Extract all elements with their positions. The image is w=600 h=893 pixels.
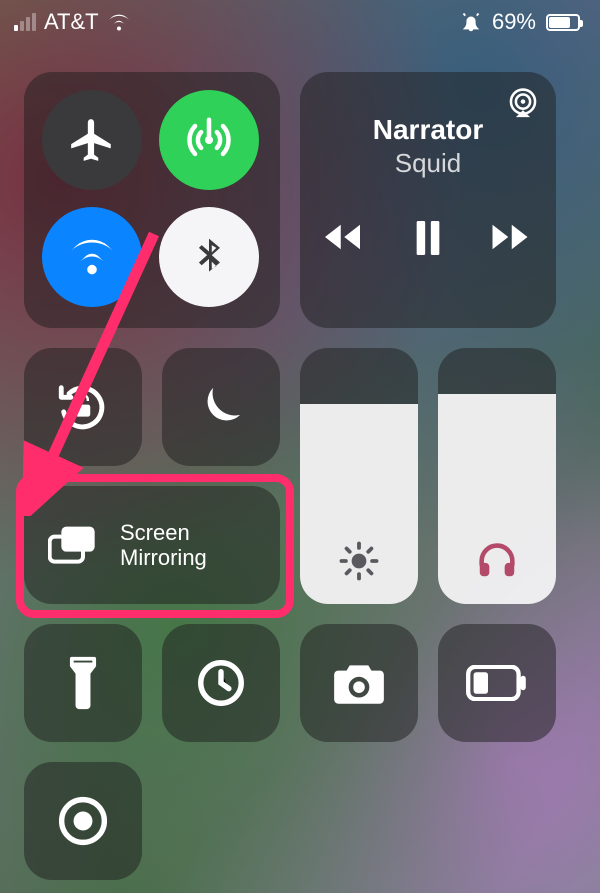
volume-slider[interactable]: [438, 348, 556, 604]
airplay-icon[interactable]: [506, 86, 540, 120]
low-power-button[interactable]: [438, 624, 556, 742]
media-tile[interactable]: Narrator Squid: [300, 72, 556, 328]
headphones-icon: [474, 536, 520, 582]
carrier-label: AT&T: [44, 9, 99, 35]
pause-button[interactable]: [413, 221, 443, 255]
forward-button[interactable]: [489, 221, 531, 255]
rotation-lock-button[interactable]: [24, 348, 142, 466]
wifi-button[interactable]: [42, 207, 142, 307]
brightness-icon: [338, 540, 380, 582]
battery-icon: [546, 14, 580, 31]
timer-button[interactable]: [162, 624, 280, 742]
brightness-slider[interactable]: [300, 348, 418, 604]
status-bar: AT&T 69%: [0, 0, 600, 44]
signal-strength-icon: [14, 13, 36, 31]
screen-mirroring-label: Screen Mirroring: [120, 520, 207, 571]
airplane-mode-button[interactable]: [42, 90, 142, 190]
wifi-icon: [107, 12, 131, 32]
screen-mirroring-button[interactable]: Screen Mirroring: [24, 486, 280, 604]
screen-record-button[interactable]: [24, 762, 142, 880]
screen-mirroring-icon: [48, 524, 98, 566]
media-subtitle: Squid: [316, 148, 540, 179]
battery-percent-label: 69%: [492, 9, 536, 35]
control-center: Narrator Squid: [0, 44, 600, 893]
connectivity-tile[interactable]: [24, 72, 280, 328]
flashlight-button[interactable]: [24, 624, 142, 742]
camera-button[interactable]: [300, 624, 418, 742]
bluetooth-button[interactable]: [159, 207, 259, 307]
cellular-data-button[interactable]: [159, 90, 259, 190]
do-not-disturb-button[interactable]: [162, 348, 280, 466]
rewind-button[interactable]: [325, 221, 367, 255]
alarm-icon: [460, 11, 482, 33]
